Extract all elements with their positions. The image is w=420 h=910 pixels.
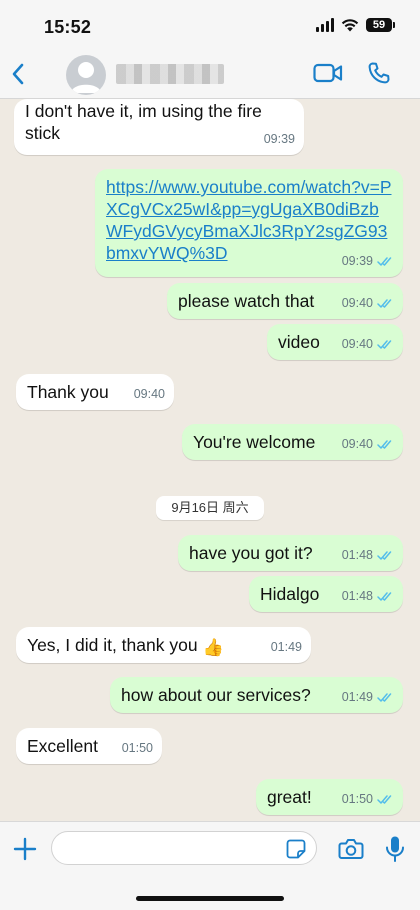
double-check-icon bbox=[377, 256, 394, 267]
double-check-icon bbox=[377, 692, 394, 703]
message-time: 09:39 bbox=[341, 254, 373, 268]
message-text: Excellent bbox=[27, 736, 99, 756]
message-time: 09:40 bbox=[341, 296, 373, 310]
message-outgoing[interactable]: great! 01:50 bbox=[256, 779, 403, 815]
message-incoming[interactable]: Yes, I did it, thank you 👍 01:49 bbox=[16, 627, 311, 663]
camera-icon bbox=[338, 839, 364, 859]
message-text: I don't have it, im using the fire stick bbox=[25, 101, 262, 143]
message-outgoing[interactable]: Hidalgo 01:48 bbox=[249, 576, 403, 612]
message-outgoing[interactable]: have you got it? 01:48 bbox=[178, 535, 403, 571]
message-text: You're welcome bbox=[193, 432, 316, 452]
phone-icon bbox=[368, 62, 390, 84]
back-button[interactable] bbox=[8, 60, 28, 88]
sticker-button[interactable] bbox=[285, 838, 307, 860]
battery-icon: 59 bbox=[366, 18, 395, 32]
message-incoming[interactable]: Excellent 01:50 bbox=[16, 728, 162, 764]
message-incoming[interactable]: I don't have it, im using the fire stick… bbox=[14, 99, 304, 155]
status-icons: 59 bbox=[316, 18, 395, 32]
date-separator: 9月16日 周六 bbox=[156, 496, 264, 520]
double-check-icon bbox=[377, 439, 394, 450]
message-time: 01:48 bbox=[341, 548, 373, 562]
home-indicator bbox=[136, 896, 284, 901]
video-call-button[interactable] bbox=[313, 60, 343, 86]
message-text: great! bbox=[267, 787, 312, 807]
sticker-icon bbox=[286, 839, 306, 859]
microphone-button[interactable] bbox=[383, 834, 407, 864]
message-outgoing[interactable]: video 09:40 bbox=[267, 324, 403, 360]
thumbs-up-emoji: 👍 bbox=[202, 638, 224, 657]
message-time: 01:48 bbox=[341, 589, 373, 603]
message-text: Yes, I did it, thank you bbox=[27, 635, 198, 655]
message-text: Hidalgo bbox=[260, 584, 320, 604]
message-time: 09:40 bbox=[341, 437, 373, 451]
wifi-icon bbox=[341, 19, 359, 32]
message-text: video bbox=[278, 332, 320, 352]
message-text: please watch that bbox=[178, 291, 315, 311]
message-time: 01:49 bbox=[270, 640, 302, 654]
message-time: 09:40 bbox=[133, 387, 165, 401]
microphone-icon bbox=[386, 836, 404, 862]
video-camera-icon bbox=[313, 63, 343, 83]
voice-call-button[interactable] bbox=[366, 59, 392, 87]
message-text: Thank you bbox=[27, 382, 109, 402]
avatar[interactable] bbox=[66, 55, 106, 95]
composer-bar bbox=[0, 821, 420, 910]
message-outgoing[interactable]: please watch that 09:40 bbox=[167, 283, 403, 319]
message-time: 09:39 bbox=[263, 132, 295, 146]
camera-button[interactable] bbox=[337, 836, 365, 862]
chevron-left-icon bbox=[12, 63, 24, 85]
message-incoming[interactable]: Thank you 09:40 bbox=[16, 374, 174, 410]
double-check-icon bbox=[377, 794, 394, 805]
message-outgoing[interactable]: You're welcome 09:40 bbox=[182, 424, 403, 460]
person-icon bbox=[71, 62, 101, 93]
message-time: 09:40 bbox=[341, 337, 373, 351]
double-check-icon bbox=[377, 339, 394, 350]
double-check-icon bbox=[377, 591, 394, 602]
message-outgoing[interactable]: how about our services? 01:49 bbox=[110, 677, 403, 713]
message-time: 01:50 bbox=[121, 741, 153, 755]
message-text: how about our services? bbox=[121, 685, 311, 705]
attach-button[interactable] bbox=[12, 836, 38, 862]
message-time: 01:49 bbox=[341, 690, 373, 704]
double-check-icon bbox=[377, 298, 394, 309]
message-time: 01:50 bbox=[341, 792, 373, 806]
plus-icon bbox=[13, 837, 37, 861]
contact-name[interactable] bbox=[116, 64, 224, 84]
message-input[interactable] bbox=[51, 831, 317, 865]
chat-header: 15:52 59 bbox=[0, 0, 420, 99]
double-check-icon bbox=[377, 550, 394, 561]
status-time: 15:52 bbox=[44, 17, 92, 37]
signal-icon bbox=[316, 18, 334, 32]
message-outgoing[interactable]: https://www.youtube.com/watch?v=PXCgVCx2… bbox=[95, 169, 403, 277]
message-text: have you got it? bbox=[189, 543, 313, 563]
chat-area[interactable]: I don't have it, im using the fire stick… bbox=[0, 99, 420, 821]
